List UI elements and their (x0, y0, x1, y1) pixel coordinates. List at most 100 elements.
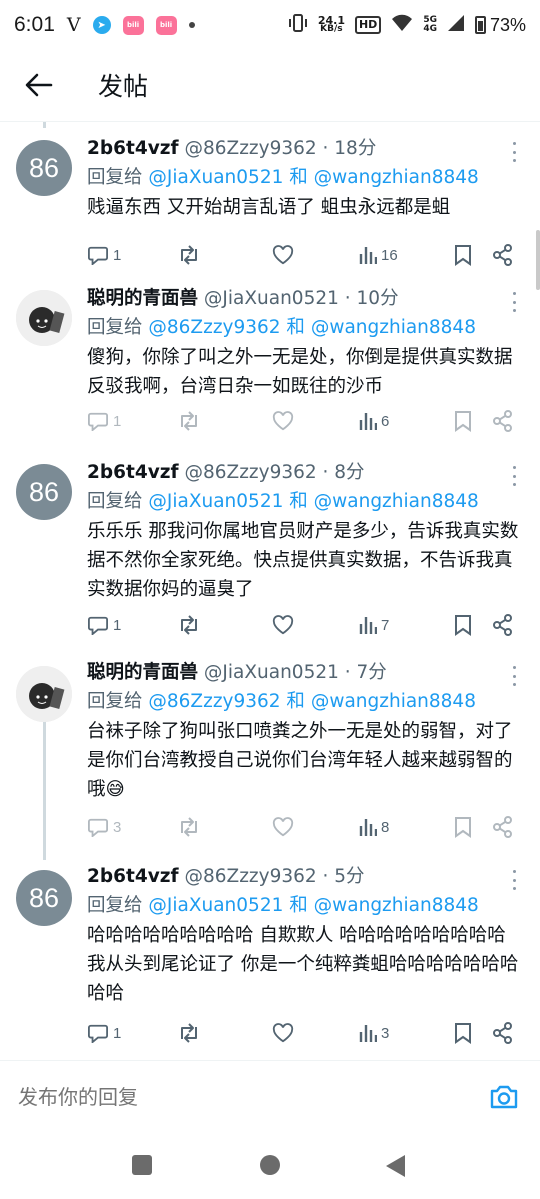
share-icon (493, 244, 512, 266)
tweet-actions: 1 6 (87, 408, 516, 434)
more-options-icon[interactable] (504, 666, 524, 686)
bookmark-button[interactable] (454, 614, 472, 636)
bookmark-icon (455, 245, 471, 266)
retweet-button[interactable] (177, 1023, 201, 1043)
display-name[interactable]: 聪明的青面兽 (87, 288, 198, 309)
analytics-icon (359, 247, 377, 264)
share-button[interactable] (493, 244, 513, 266)
retweet-button[interactable] (177, 615, 201, 635)
reply-button[interactable]: 1 (87, 1023, 121, 1043)
thread-feed[interactable]: 86 2b6t4vzf @86Zzzy9362 · 18分 回复给 @JiaXu… (0, 122, 540, 1057)
reply-to-line: 回复给 @JiaXuan0521 和 @wangzhian8848 (87, 892, 524, 919)
retweet-button[interactable] (177, 245, 201, 265)
like-button[interactable] (272, 615, 294, 635)
handle-time: @JiaXuan0521 · 7分 (203, 662, 387, 683)
view-count: 8 (381, 818, 390, 836)
more-options-icon[interactable] (504, 466, 524, 486)
heart-icon (272, 411, 294, 431)
reply-mentions[interactable]: @JiaXuan0521 和 @wangzhian8848 (148, 491, 478, 512)
analytics-icon (359, 1025, 377, 1042)
more-options-icon[interactable] (504, 142, 524, 162)
tweet-header: 2b6t4vzf @86Zzzy9362 · 8分 (87, 460, 524, 486)
camera-button[interactable] (486, 1079, 522, 1115)
reply-mentions[interactable]: @86Zzzy9362 和 @wangzhian8848 (148, 317, 476, 338)
display-name[interactable]: 聪明的青面兽 (87, 662, 198, 683)
handle-time: @JiaXuan0521 · 10分 (203, 288, 399, 309)
retweet-button[interactable] (177, 817, 201, 837)
home-button[interactable] (260, 1155, 280, 1175)
views-button[interactable]: 6 (359, 411, 389, 431)
bookmark-button[interactable] (454, 244, 472, 266)
avatar[interactable]: 86 (16, 464, 72, 520)
more-notifications-dot (188, 22, 195, 28)
like-button[interactable] (272, 1023, 294, 1043)
reply-mentions[interactable]: @JiaXuan0521 和 @wangzhian8848 (148, 167, 478, 188)
share-button[interactable] (493, 410, 513, 432)
tweet-text: 台袜子除了狗叫张口喷粪之外一无是处的弱智，对了是你们台湾教授自己说你们台湾年轻人… (87, 721, 513, 800)
hd-sim-icon: HD (354, 16, 382, 34)
analytics-icon (359, 617, 377, 634)
share-button[interactable] (493, 614, 513, 636)
bookmark-button[interactable] (454, 1022, 472, 1044)
tweet-header: 2b6t4vzf @86Zzzy9362 · 18分 (87, 136, 524, 162)
bookmark-button[interactable] (454, 410, 472, 432)
avatar[interactable]: 86 (16, 870, 72, 926)
retweet-button[interactable] (177, 411, 201, 431)
system-back-button[interactable] (386, 1155, 405, 1177)
handle-time: @86Zzzy9362 · 8分 (184, 462, 365, 483)
bookmark-icon (455, 411, 471, 432)
reply-button[interactable]: 3 (87, 817, 121, 837)
handle-time: @86Zzzy9362 · 18分 (184, 138, 377, 159)
reply-input[interactable] (18, 1085, 486, 1109)
reply-count: 1 (113, 412, 122, 430)
share-icon (493, 614, 512, 636)
retweet-icon (181, 615, 197, 635)
tweet-header: 聪明的青面兽 @JiaXuan0521 · 7分 (87, 660, 524, 686)
display-name[interactable]: 2b6t4vzf (87, 866, 179, 887)
more-options-icon[interactable] (504, 292, 524, 312)
avatar-image (16, 666, 72, 722)
tweet-actions: 3 8 (87, 814, 516, 840)
like-button[interactable] (272, 245, 294, 265)
bookmark-icon (455, 817, 471, 838)
reply-mentions[interactable]: @86Zzzy9362 和 @wangzhian8848 (148, 691, 476, 712)
tweet[interactable]: 86 2b6t4vzf @86Zzzy9362 · 18分 回复给 @JiaXu… (0, 132, 540, 272)
reply-button[interactable]: 1 (87, 411, 121, 431)
avatar[interactable] (16, 666, 72, 722)
avatar[interactable] (16, 290, 72, 346)
recents-button[interactable] (132, 1155, 152, 1175)
retweet-icon (181, 817, 197, 837)
avatar[interactable]: 86 (16, 140, 72, 196)
more-options-icon[interactable] (504, 870, 524, 890)
display-name[interactable]: 2b6t4vzf (87, 138, 179, 159)
share-button[interactable] (493, 1022, 513, 1044)
views-button[interactable]: 16 (359, 245, 398, 265)
view-count: 16 (381, 246, 398, 264)
tweet-text: 哈哈哈哈哈哈哈哈哈 自欺欺人 哈哈哈哈哈哈哈哈哈 我从头到尾论证了 你是一个纯粹… (87, 925, 519, 1004)
network-speed: 24.1 KB/s (317, 14, 345, 34)
reply-prefix: 回复给 (87, 895, 149, 916)
tweet[interactable]: 86 2b6t4vzf @86Zzzy9362 · 8分 回复给 @JiaXua… (0, 456, 540, 651)
share-icon (493, 410, 512, 432)
back-button[interactable] (4, 50, 74, 120)
camera-icon (490, 1085, 518, 1109)
tweet[interactable]: 86 2b6t4vzf @86Zzzy9362 · 5分 回复给 @JiaXua… (0, 864, 540, 1054)
reply-button[interactable]: 1 (87, 245, 121, 265)
bookmark-button[interactable] (454, 816, 472, 838)
display-name[interactable]: 2b6t4vzf (87, 462, 179, 483)
carrier-icon: V (66, 14, 81, 36)
reply-mentions[interactable]: @JiaXuan0521 和 @wangzhian8848 (148, 895, 478, 916)
like-button[interactable] (272, 411, 294, 431)
tweet[interactable]: 聪明的青面兽 @JiaXuan0521 · 10分 回复给 @86Zzzy936… (0, 282, 540, 452)
views-button[interactable]: 7 (359, 615, 389, 635)
reply-composer (0, 1061, 540, 1133)
views-button[interactable]: 8 (359, 817, 389, 837)
tweet[interactable]: 聪明的青面兽 @JiaXuan0521 · 7分 回复给 @86Zzzy9362… (0, 660, 540, 860)
heart-icon (272, 245, 294, 265)
scrollbar[interactable] (536, 230, 540, 290)
share-button[interactable] (493, 816, 513, 838)
reply-button[interactable]: 1 (87, 615, 121, 635)
like-button[interactable] (272, 817, 294, 837)
reply-prefix: 回复给 (87, 491, 149, 512)
views-button[interactable]: 3 (359, 1023, 389, 1043)
